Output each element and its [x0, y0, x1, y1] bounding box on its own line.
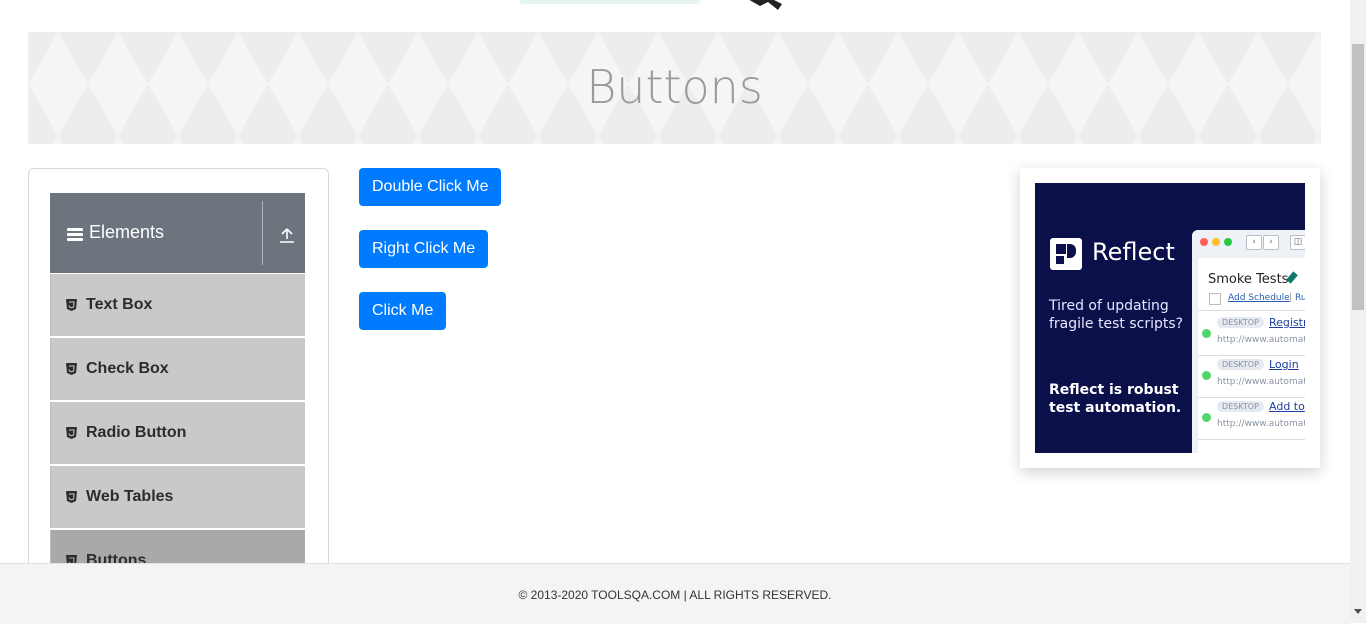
vertical-scrollbar[interactable] [1350, 0, 1366, 623]
test-url: http://www.automat [1217, 419, 1305, 429]
html5-icon [66, 427, 77, 439]
platform-tag: DESKTOP [1217, 317, 1264, 328]
minimize-dot-icon [1212, 238, 1220, 246]
sidebar-item-label: Check Box [86, 360, 169, 377]
test-run-row: DESKTOP Add to http://www.automat [1198, 397, 1305, 439]
sidebar-item-label: Radio Button [86, 424, 187, 441]
scrollbar-thumb[interactable] [1352, 44, 1364, 310]
sidebar-item-check-box[interactable]: Check Box [50, 338, 305, 400]
element-menu-list: Text Box Check Box Radio Button Web Tabl… [50, 274, 305, 589]
forward-arrow-icon: › [1263, 235, 1279, 250]
logo-tool-icon [749, 0, 782, 10]
panel-divider [1198, 310, 1305, 311]
right-click-button[interactable]: Right Click Me [359, 230, 489, 268]
click-me-button[interactable]: Click Me [359, 292, 447, 330]
upload-arrow-icon[interactable] [278, 226, 296, 244]
element-group-title: Elements [89, 222, 165, 242]
html5-icon [66, 491, 77, 503]
ad-tagline: Tired of updating fragile test scripts? [1049, 298, 1184, 332]
html5-icon [66, 299, 77, 311]
browser-toolbar: ‹ › ◫ [1192, 230, 1305, 254]
left-panel: Elements Text Box Check Box Radio Button… [28, 168, 329, 590]
element-group-header[interactable]: Elements [50, 193, 305, 273]
ad-brand: Reflect [1092, 238, 1175, 266]
site-logo[interactable] [520, 0, 800, 22]
sidebar-item-label: Text Box [86, 296, 153, 313]
close-dot-icon [1200, 238, 1208, 246]
test-url: http://www.automat [1217, 335, 1305, 345]
panel-divider [1198, 439, 1305, 440]
sidebar-item-label: Web Tables [86, 488, 174, 505]
advertisement-card: Reflect Tired of updating fragile test s… [1020, 168, 1320, 468]
test-url: http://www.automat [1217, 377, 1305, 387]
status-pass-icon [1202, 413, 1211, 422]
link-separator: | [1289, 293, 1293, 303]
status-pass-icon [1202, 371, 1211, 380]
add-schedule-link: Add Schedule [1228, 293, 1290, 303]
double-click-button[interactable]: Double Click Me [359, 168, 502, 206]
sidebar-toggle-icon: ◫ [1290, 235, 1305, 250]
platform-tag: DESKTOP [1217, 359, 1264, 370]
ad-browser-mockup: ‹ › ◫ Smoke Tests Add Schedule | Ru DESK… [1192, 230, 1305, 453]
test-name: Add to [1269, 400, 1305, 413]
reflect-ad[interactable]: Reflect Tired of updating fragile test s… [1035, 183, 1305, 453]
test-run-row: DESKTOP Registr http://www.automat [1198, 313, 1305, 355]
back-arrow-icon: ‹ [1246, 235, 1262, 250]
ad-tagline-secondary: Reflect is robust test automation. [1049, 382, 1182, 416]
test-name: Login [1269, 358, 1299, 371]
page-banner: Buttons [28, 32, 1321, 144]
sidebar-item-text-box[interactable]: Text Box [50, 274, 305, 336]
smoke-tests-panel: Smoke Tests Add Schedule | Ru DESKTOP Re… [1198, 258, 1305, 453]
hamburger-icon [67, 228, 83, 241]
scroll-down-arrow-icon[interactable] [1354, 609, 1362, 614]
page-title: Buttons [586, 60, 763, 114]
status-pass-icon [1202, 329, 1211, 338]
maximize-dot-icon [1224, 238, 1232, 246]
panel-title: Smoke Tests [1208, 272, 1289, 287]
sidebar-item-web-tables[interactable]: Web Tables [50, 466, 305, 528]
sidebar-item-radio-button[interactable]: Radio Button [50, 402, 305, 464]
copyright-text: © 2013-2020 TOOLSQA.COM | ALL RIGHTS RES… [518, 588, 832, 602]
reflect-logo-icon [1050, 238, 1082, 270]
test-run-row: DESKTOP Login http://www.automat [1198, 355, 1305, 397]
test-name: Registr [1269, 316, 1305, 329]
platform-tag: DESKTOP [1217, 401, 1264, 412]
logo-fragment [520, 0, 700, 4]
calendar-icon [1209, 293, 1221, 305]
page-footer: © 2013-2020 TOOLSQA.COM | ALL RIGHTS RES… [0, 563, 1350, 624]
run-link: Ru [1295, 293, 1305, 303]
header-divider [262, 201, 263, 265]
html5-icon [66, 363, 77, 375]
